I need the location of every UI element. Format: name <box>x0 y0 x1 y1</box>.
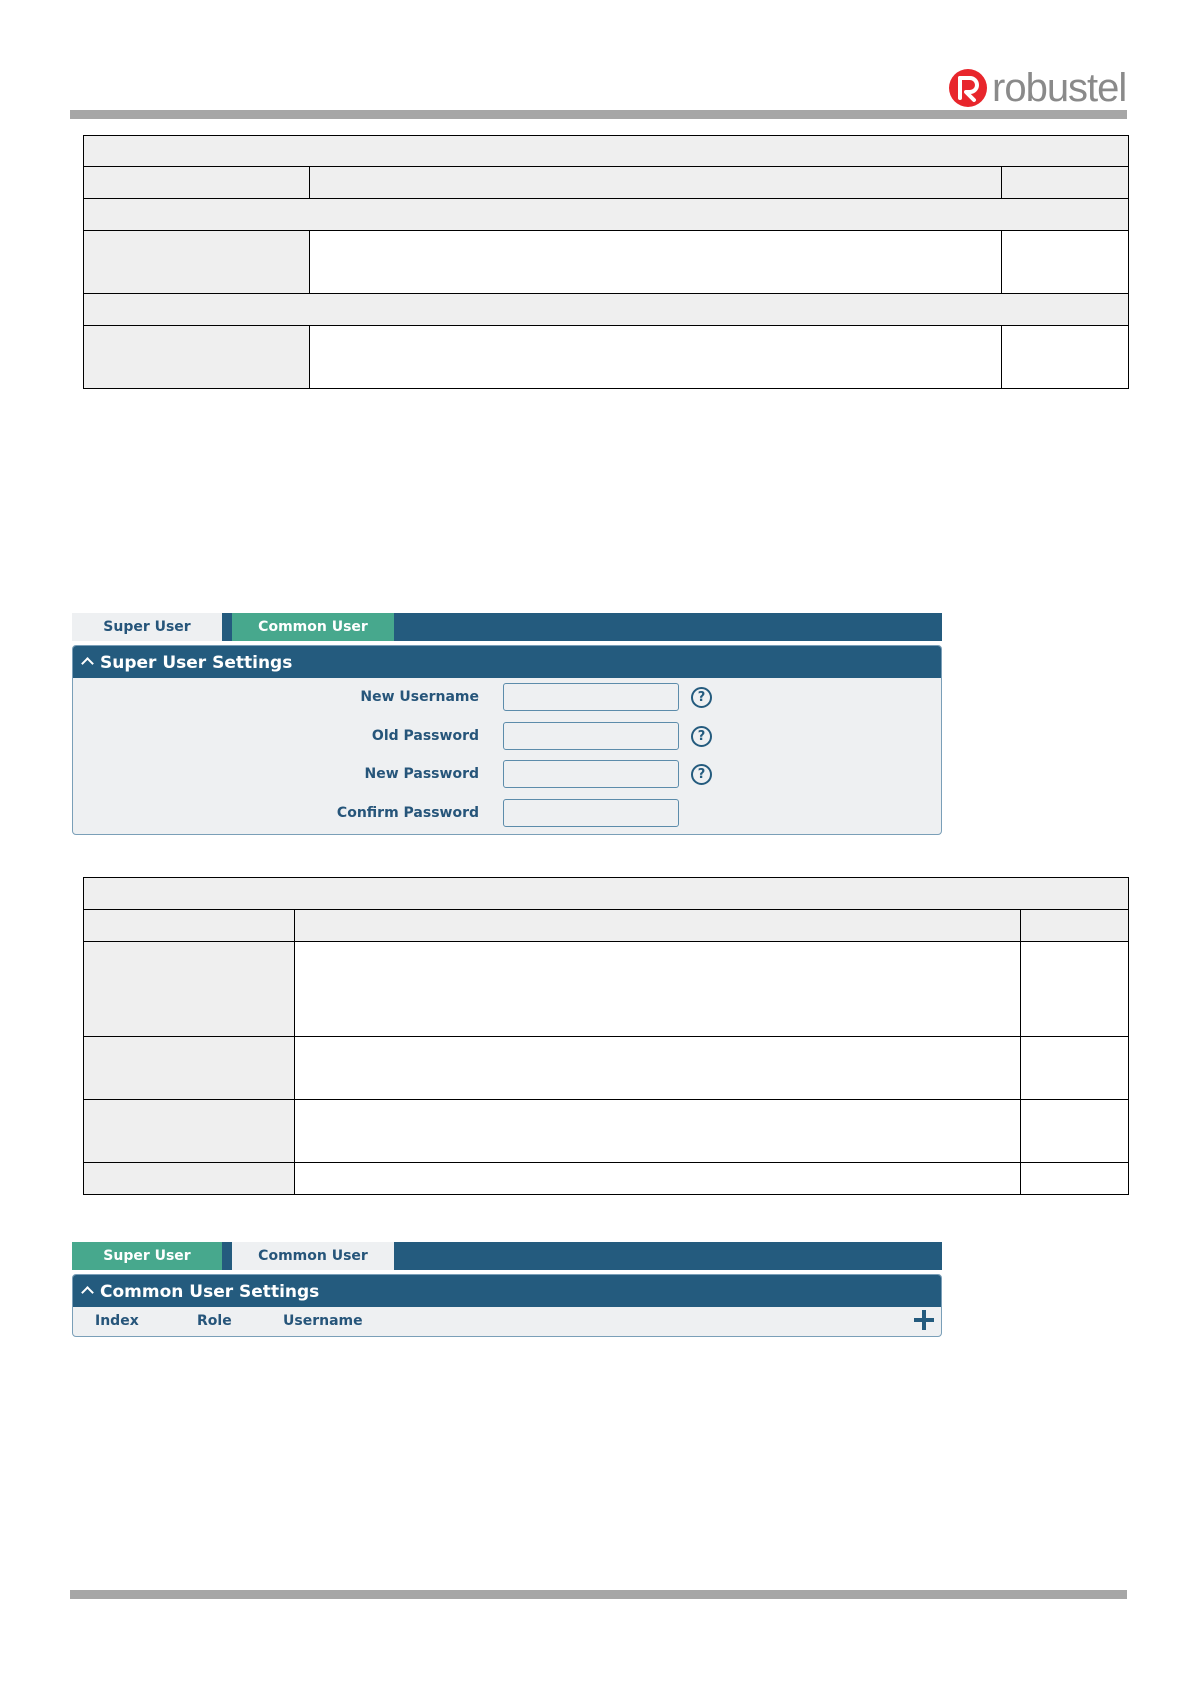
table-description-cell <box>294 1036 1021 1100</box>
logo-wordmark: robustel <box>992 66 1127 110</box>
help-icon[interactable]: ? <box>691 764 712 785</box>
robustel-logo-icon <box>949 69 987 107</box>
super-user-settings-box: Super User Settings New Username ? Old P… <box>72 645 942 835</box>
table-title-row <box>82 877 1130 910</box>
field-row-confirm-password: Confirm Password <box>73 799 941 827</box>
tab-common-user[interactable]: Common User <box>232 1242 394 1270</box>
column-header-role: Role <box>197 1313 232 1329</box>
table-default-cell <box>1019 1036 1130 1100</box>
table-section-row <box>82 293 1130 326</box>
table-description-cell <box>309 325 1002 389</box>
confirm-password-input[interactable] <box>503 799 679 827</box>
table-header-cell <box>1000 166 1130 199</box>
section-header[interactable]: Super User Settings <box>73 646 941 678</box>
new-username-input[interactable] <box>503 683 679 711</box>
new-password-input[interactable] <box>503 760 679 788</box>
table-header-cell <box>294 909 1021 942</box>
table-item-cell <box>83 1099 295 1163</box>
field-row-new-username: New Username ? <box>73 683 941 711</box>
header-rule <box>70 110 1127 119</box>
help-icon[interactable]: ? <box>691 726 712 747</box>
field-row-new-password: New Password ? <box>73 760 941 788</box>
footer-rule <box>70 1590 1127 1599</box>
robustel-logo: robustel <box>948 66 1127 110</box>
table-description-cell <box>294 1099 1021 1163</box>
new-password-label: New Password <box>364 766 480 782</box>
column-header-index: Index <box>95 1313 139 1329</box>
super-user-panel: Super User Common User Super User Settin… <box>72 613 942 835</box>
tab-super-user[interactable]: Super User <box>72 1242 222 1270</box>
table-item-cell <box>83 941 295 1037</box>
tab-bar: Super User Common User <box>72 1242 942 1270</box>
table-description-cell <box>294 941 1021 1037</box>
common-user-panel: Super User Common User Common User Setti… <box>72 1242 942 1338</box>
plus-icon[interactable] <box>913 1309 935 1331</box>
parameter-table-1 <box>82 135 1130 389</box>
tab-bar: Super User Common User <box>72 613 942 641</box>
column-header-username: Username <box>283 1313 363 1329</box>
parameter-table-2 <box>82 877 1130 1195</box>
table-header-cell <box>309 166 1002 199</box>
tab-common-user[interactable]: Common User <box>232 613 394 641</box>
table-item-cell <box>83 230 310 294</box>
table-default-cell <box>1000 230 1130 294</box>
table-description-cell <box>309 230 1002 294</box>
common-user-settings-box: Common User Settings Index Role Username <box>72 1274 942 1337</box>
table-section-row <box>82 198 1130 231</box>
section-title: Super User Settings <box>100 653 293 673</box>
confirm-password-label: Confirm Password <box>336 805 479 821</box>
table-header-cell <box>1019 909 1130 942</box>
table-item-cell <box>83 1036 295 1100</box>
old-password-input[interactable] <box>503 722 679 750</box>
table-default-cell <box>1019 1099 1130 1163</box>
table-default-cell <box>1000 325 1130 389</box>
old-password-label: Old Password <box>371 728 479 744</box>
section-header[interactable]: Common User Settings <box>73 1275 941 1307</box>
chevron-up-icon[interactable] <box>81 1286 94 1299</box>
section-title: Common User Settings <box>100 1282 320 1302</box>
help-icon[interactable]: ? <box>691 687 712 708</box>
table-header-cell <box>83 909 295 942</box>
tab-super-user[interactable]: Super User <box>72 613 222 641</box>
field-row-old-password: Old Password ? <box>73 722 941 750</box>
table-default-cell <box>1019 941 1130 1037</box>
table-title-row <box>82 135 1130 167</box>
new-username-label: New Username <box>360 689 479 705</box>
table-default-cell <box>1019 1162 1130 1195</box>
chevron-up-icon[interactable] <box>81 657 94 670</box>
table-description-cell <box>294 1162 1021 1195</box>
table-item-cell <box>83 325 310 389</box>
table-item-cell <box>83 1162 295 1195</box>
table-header-cell <box>83 166 310 199</box>
